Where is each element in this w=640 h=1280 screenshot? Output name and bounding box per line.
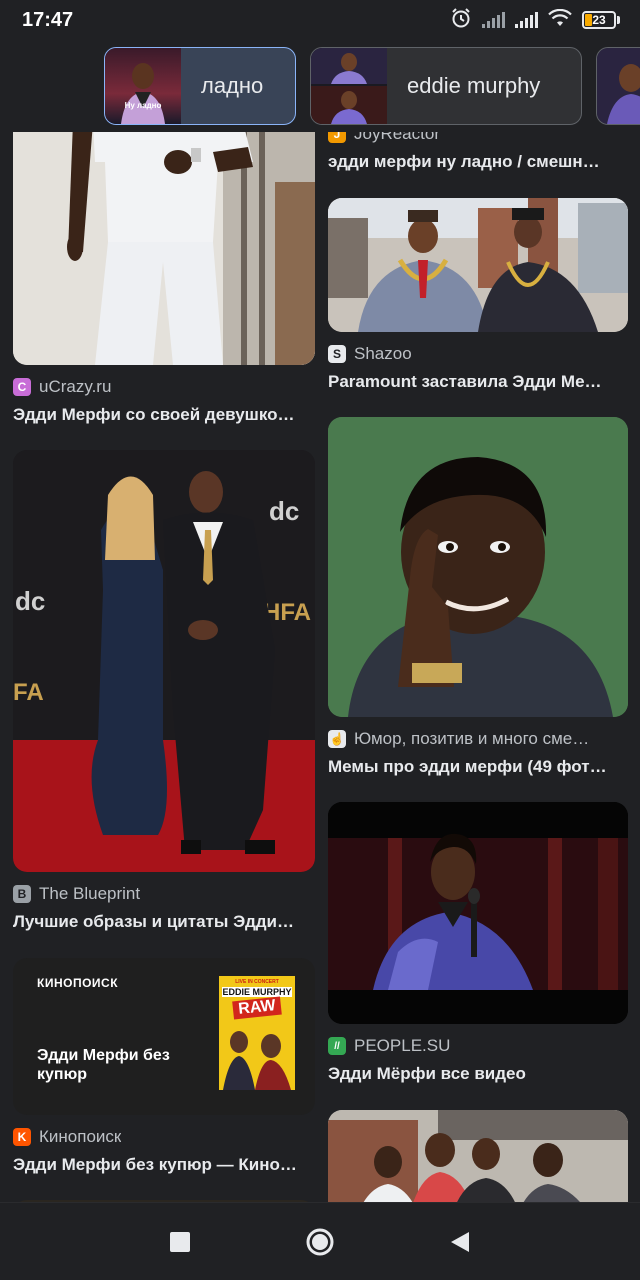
result-source-name: Shazoo: [354, 344, 412, 363]
status-icons: 23: [450, 7, 620, 34]
result-card[interactable]: dc dc HFA FA B The Blueprint Лучшие обра…: [13, 450, 315, 932]
alarm-icon: [450, 7, 472, 34]
result-title[interactable]: Лучшие образы и цитаты Эдди…: [13, 912, 315, 932]
result-source-name: The Blueprint: [39, 884, 141, 903]
chip-thumbnail: [597, 48, 640, 124]
result-source-name: JoyReactor: [354, 132, 440, 143]
svg-text:dc: dc: [269, 496, 299, 526]
chip-eddie-murphy[interactable]: eddie murphy: [310, 47, 582, 125]
home-button[interactable]: [290, 1212, 350, 1272]
poster-name: EDDIE MURPHY: [222, 987, 292, 997]
svg-text:FA: FA: [13, 679, 44, 706]
battery-icon: 23: [582, 11, 620, 29]
back-button[interactable]: [430, 1212, 490, 1272]
chip-thumbnail: [311, 48, 387, 124]
result-image[interactable]: [328, 198, 628, 332]
result-card[interactable]: ☝ Юмор, позитив и много сме… Мемы про эд…: [328, 417, 628, 777]
poster-tagline: LIVE IN CONCERT: [235, 979, 279, 985]
result-image[interactable]: [13, 132, 315, 365]
chip-thumb-caption: Ну ладно: [124, 101, 162, 110]
chip-label: ладно: [201, 73, 264, 98]
result-source: C uCrazy.ru: [13, 377, 315, 397]
site-favicon-icon: B: [13, 885, 31, 903]
result-source: S Shazoo: [328, 344, 628, 364]
result-source-name: Кинопоиск: [39, 1127, 122, 1146]
result-card[interactable]: C uCrazy.ru Эдди Мерфи со своей девушко…: [13, 132, 315, 425]
result-card[interactable]: S Shazoo Paramount заставила Эдди Ме…: [328, 198, 628, 392]
result-title[interactable]: Эдди Мерфи со своей девушко…: [13, 405, 315, 425]
battery-level-text: 23: [592, 13, 606, 27]
chip-ladno[interactable]: Ну ладно ладно: [104, 47, 296, 125]
recents-button[interactable]: [150, 1212, 210, 1272]
site-favicon-icon: C: [13, 378, 31, 396]
wifi-icon: [548, 8, 572, 32]
site-favicon-icon: S: [328, 345, 346, 363]
square-icon: [170, 1231, 190, 1252]
site-favicon-icon: K: [13, 1128, 31, 1146]
result-card[interactable]: // PEOPLE.SU Эдди Мёрфи все видео: [328, 802, 628, 1084]
result-source-name: Юмор, позитив и много сме…: [354, 729, 590, 748]
kinopoisk-logo: КИНОПОИСК: [37, 976, 119, 990]
result-title[interactable]: Эдди Мёрфи все видео: [328, 1064, 628, 1084]
result-source: K Кинопоиск: [13, 1127, 315, 1147]
svg-text:dc: dc: [15, 586, 45, 616]
result-source: J JoyReactor: [328, 132, 628, 144]
circle-home-icon: [306, 1228, 334, 1255]
chip-thumbnail: Ну ладно: [105, 48, 181, 124]
chip-more[interactable]: [596, 47, 640, 125]
result-source: B The Blueprint: [13, 884, 315, 904]
related-searches-row: Ну ладно ладно eddie murphy: [0, 40, 640, 132]
result-image[interactable]: КИНОПОИСК Эдди Мерфи без купюр LIVE IN C…: [13, 958, 315, 1115]
result-card[interactable]: J JoyReactor эдди мерфи ну ладно / смешн…: [328, 132, 628, 172]
poster-title: RAW: [232, 996, 282, 1020]
site-favicon-icon: //: [328, 1037, 346, 1055]
result-source: // PEOPLE.SU: [328, 1036, 628, 1056]
result-image[interactable]: [328, 417, 628, 717]
result-title[interactable]: Мемы про эдди мерфи (49 фот…: [328, 757, 628, 777]
result-image[interactable]: dc dc HFA FA: [13, 450, 315, 872]
status-time: 17:47: [22, 8, 74, 31]
result-title[interactable]: эдди мерфи ну ладно / смешн…: [328, 152, 628, 172]
result-source-name: PEOPLE.SU: [354, 1036, 451, 1055]
result-source: ☝ Юмор, позитив и много сме…: [328, 729, 628, 749]
result-image[interactable]: [328, 1110, 628, 1202]
result-title[interactable]: Эдди Мерфи без купюр — Кино…: [13, 1155, 315, 1175]
result-card[interactable]: КИНОПОИСК Эдди Мерфи без купюр LIVE IN C…: [13, 958, 315, 1175]
kinopoisk-headline: Эдди Мерфи без купюр: [37, 1047, 170, 1083]
result-image[interactable]: [328, 802, 628, 1024]
site-favicon-icon: ☝: [328, 730, 346, 748]
result-source-name: uCrazy.ru: [39, 377, 112, 396]
image-results-grid: C uCrazy.ru Эдди Мерфи со своей девушко……: [0, 132, 640, 1202]
chip-label: eddie murphy: [407, 73, 541, 98]
signal-icon: [482, 12, 505, 28]
back-triangle-icon: [451, 1231, 469, 1252]
result-card[interactable]: [328, 1110, 628, 1202]
site-favicon-icon: J: [328, 132, 346, 143]
system-navigation-bar: [0, 1202, 640, 1280]
signal-icon: [515, 12, 538, 28]
raw-poster: LIVE IN CONCERT EDDIE MURPHY RAW: [219, 976, 295, 1090]
status-bar: 17:47 23: [0, 0, 640, 40]
result-title[interactable]: Paramount заставила Эдди Ме…: [328, 372, 628, 392]
